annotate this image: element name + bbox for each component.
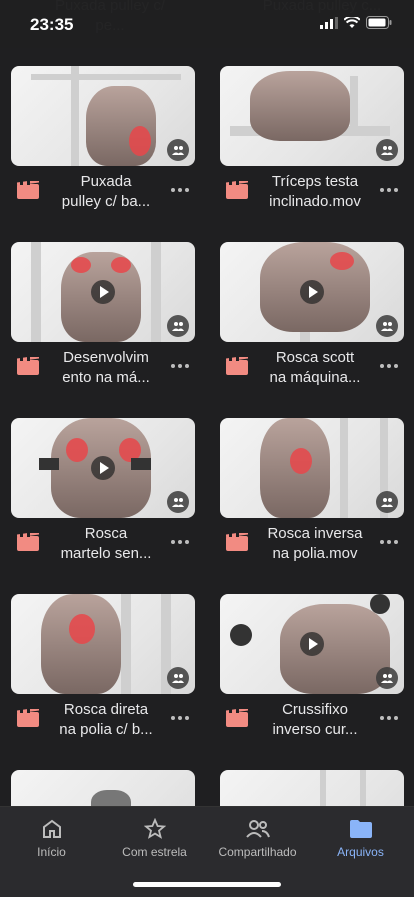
video-thumbnail[interactable] — [11, 242, 195, 342]
nav-label: Arquivos — [337, 845, 384, 859]
status-time: 23:35 — [30, 15, 74, 34]
file-card[interactable]: Desenvolvim ento na má... — [11, 242, 195, 402]
more-options-button[interactable] — [169, 532, 191, 552]
shared-icon — [376, 491, 398, 513]
nav-label: Compartilhado — [218, 845, 297, 859]
nav-label: Início — [37, 845, 66, 859]
file-card[interactable]: Rosca martelo sen... — [11, 418, 195, 578]
file-name: Rosca martelo sen... — [60, 525, 152, 562]
shared-icon — [167, 491, 189, 513]
nav-starred[interactable]: Com estrela — [103, 815, 206, 859]
shared-icon — [376, 667, 398, 689]
play-icon — [91, 280, 115, 304]
video-thumbnail[interactable] — [220, 594, 404, 694]
play-icon — [91, 456, 115, 480]
shared-icon — [167, 315, 189, 337]
file-name: Tríceps testa inclinado.mov — [269, 173, 361, 210]
status-icons — [320, 16, 392, 29]
video-thumbnail[interactable] — [220, 242, 404, 342]
shared-icon — [376, 315, 398, 337]
file-card[interactable]: Rosca scott na máquina... — [220, 242, 404, 402]
folder-icon — [349, 820, 372, 838]
nav-home[interactable]: Início — [0, 815, 103, 859]
video-file-icon — [17, 181, 39, 199]
file-card[interactable]: Crussifixo inverso cur... — [220, 594, 404, 754]
nav-files[interactable]: Arquivos — [309, 815, 412, 859]
people-icon — [245, 820, 270, 838]
more-options-button[interactable] — [378, 708, 400, 728]
wifi-icon — [344, 16, 360, 28]
more-options-button[interactable] — [378, 356, 400, 376]
video-file-icon — [226, 709, 248, 727]
star-icon — [143, 818, 166, 839]
file-name: Rosca scott na máquina... — [269, 349, 361, 386]
shared-icon — [376, 139, 398, 161]
video-thumbnail[interactable] — [11, 66, 195, 166]
nav-shared[interactable]: Compartilhado — [206, 815, 309, 859]
video-file-icon — [226, 357, 248, 375]
video-thumbnail[interactable] — [11, 418, 195, 518]
video-thumbnail[interactable] — [220, 66, 404, 166]
file-card[interactable]: Tríceps testa inclinado.mov — [220, 66, 404, 226]
home-indicator[interactable] — [133, 882, 281, 887]
video-file-icon — [17, 533, 39, 551]
more-options-button[interactable] — [169, 708, 191, 728]
signal-icon — [320, 16, 338, 29]
shared-icon — [167, 139, 189, 161]
more-options-button[interactable] — [378, 532, 400, 552]
video-thumbnail[interactable] — [220, 418, 404, 518]
file-card[interactable]: Puxada pulley c/ ba... — [11, 66, 195, 226]
video-file-icon — [226, 533, 248, 551]
video-file-icon — [17, 709, 39, 727]
more-options-button[interactable] — [169, 356, 191, 376]
home-icon — [42, 819, 61, 838]
video-file-icon — [226, 181, 248, 199]
nav-label: Com estrela — [122, 845, 187, 859]
more-options-button[interactable] — [169, 180, 191, 200]
file-name: Rosca direta na polia c/ b... — [59, 701, 153, 738]
file-name: Desenvolvim ento na má... — [62, 349, 150, 386]
shared-icon — [167, 667, 189, 689]
file-card[interactable]: Rosca direta na polia c/ b... — [11, 594, 195, 754]
video-file-icon — [17, 357, 39, 375]
status-bar: 23:35 — [0, 0, 414, 48]
battery-icon — [366, 16, 392, 29]
play-icon — [300, 632, 324, 656]
file-name: Crussifixo inverso cur... — [272, 701, 358, 738]
file-name: Puxada pulley c/ ba... — [61, 173, 151, 210]
file-card[interactable]: Rosca inversa na polia.mov — [220, 418, 404, 578]
file-name: Rosca inversa na polia.mov — [267, 525, 363, 562]
more-options-button[interactable] — [378, 180, 400, 200]
video-thumbnail[interactable] — [11, 594, 195, 694]
play-icon — [300, 280, 324, 304]
